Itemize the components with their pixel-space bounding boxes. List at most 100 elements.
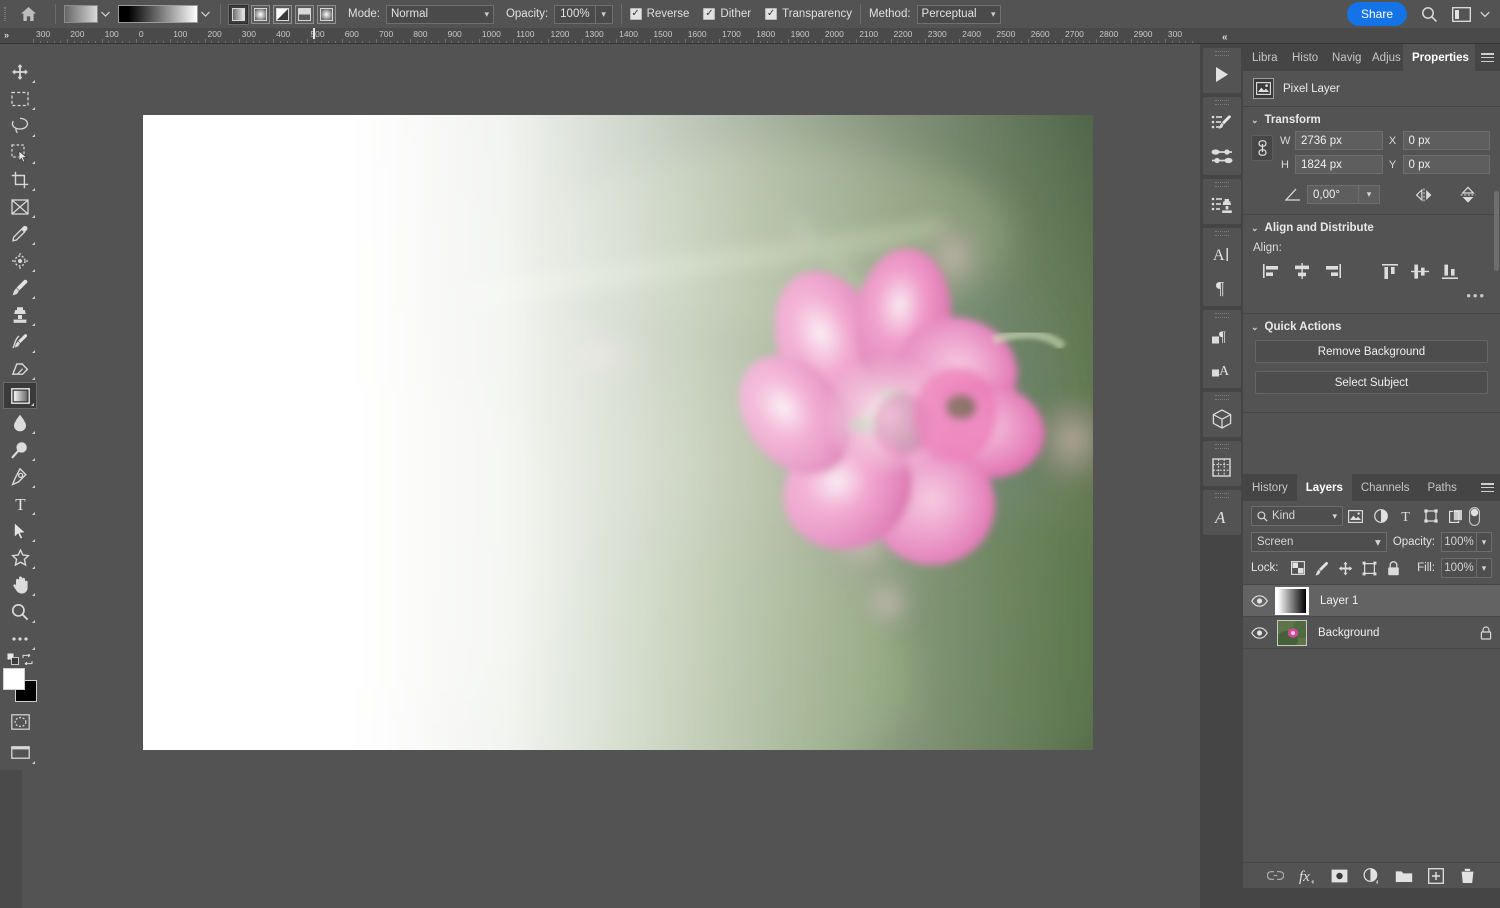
table-row[interactable]: Background [1243,617,1500,649]
layer-opacity-chevron-down-icon[interactable]: ▾ [1477,532,1492,552]
search-icon[interactable] [1421,6,1438,23]
layer-visibility-toggle[interactable] [1243,595,1275,607]
brush-presets-icon[interactable] [1204,140,1240,173]
patterns-panel-icon[interactable] [1204,451,1240,484]
custom-shape-tool[interactable] [3,544,37,571]
lock-all-icon[interactable] [1382,558,1406,578]
method-select[interactable]: Perceptual ▾ [917,5,1001,24]
collapse-panels-icon[interactable]: « [1222,32,1228,43]
paragraph-styles-icon[interactable]: ¶ [1204,320,1240,353]
character-styles-icon[interactable]: A [1204,353,1240,386]
y-input[interactable]: 0 px [1403,155,1491,174]
clone-stamp-tool[interactable] [3,301,37,328]
add-layer-mask-icon[interactable] [1330,866,1349,885]
align-section-header[interactable]: ⌄ Align and Distribute [1243,215,1500,239]
hand-tool[interactable] [3,571,37,598]
linear-gradient-button[interactable] [229,5,248,24]
gradient-editor-chevron-down-icon[interactable] [198,5,212,23]
align-top-edges-icon[interactable] [1375,260,1405,282]
new-group-icon[interactable] [1394,866,1413,885]
paragraph-panel-icon[interactable]: ¶ [1204,271,1240,304]
rail-grip[interactable] [1215,313,1229,318]
rail-grip[interactable] [1215,231,1229,236]
angle-gradient-button[interactable] [273,5,292,24]
properties-panel-menu-icon[interactable] [1475,44,1500,71]
align-bottom-edges-icon[interactable] [1435,260,1465,282]
link-layers-icon[interactable] [1266,866,1285,885]
quick-mask-icon[interactable] [3,708,37,735]
blur-tool[interactable] [3,409,37,436]
opacity-chevron-down-icon[interactable]: ▾ [596,5,613,24]
transparency-checkbox[interactable]: ✓ Transparency [765,8,852,20]
transform-section-header[interactable]: ⌄ Transform [1243,107,1500,131]
layer-opacity-value[interactable]: 100% [1441,532,1477,552]
frame-tool[interactable] [3,193,37,220]
history-brush-tool[interactable] [3,328,37,355]
filter-type-layers-icon[interactable]: T [1393,506,1418,526]
actions-play-icon[interactable] [1204,58,1240,91]
rail-grip[interactable] [1215,182,1229,187]
filter-pixel-layers-icon[interactable] [1343,506,1368,526]
gradient-tool[interactable] [3,382,37,409]
rail-grip[interactable] [1215,444,1229,449]
tab-paths[interactable]: Paths [1418,474,1465,501]
document-canvas[interactable] [143,115,1093,750]
brush-settings-icon[interactable] [1204,107,1240,140]
dither-checkbox[interactable]: ✓ Dither [703,8,751,20]
expand-panels-left-icon[interactable]: » [4,30,9,40]
tab-libraries[interactable]: Libra [1243,44,1283,71]
new-layer-icon[interactable] [1426,866,1445,885]
zoom-tool[interactable] [3,598,37,625]
horizontal-ruler[interactable]: » 30020010001002003004005006007008009001… [0,28,1500,44]
rail-grip[interactable] [1215,51,1229,56]
rail-grip[interactable] [1215,100,1229,105]
layer-name[interactable]: Background [1318,627,1379,639]
character-panel-icon[interactable]: A [1204,238,1240,271]
options-bar-grip[interactable] [0,0,9,28]
rectangular-marquee-tool[interactable] [3,85,37,112]
foreground-color-swatch[interactable] [3,668,25,690]
flip-horizontal-icon[interactable] [1414,188,1434,202]
align-left-edges-icon[interactable] [1257,260,1287,282]
dodge-tool[interactable] [3,436,37,463]
rail-grip[interactable] [1215,395,1229,400]
edit-toolbar-tool[interactable] [3,625,37,652]
path-selection-tool[interactable] [3,517,37,544]
layers-panel-menu-icon[interactable] [1474,474,1500,501]
opacity-input[interactable]: 100% [554,5,595,24]
tab-histogram[interactable]: Histo [1283,44,1323,71]
fill-value[interactable]: 100% [1441,558,1477,578]
lock-image-pixels-icon[interactable] [1310,558,1334,578]
canvas-area[interactable] [40,44,1200,908]
share-button[interactable]: Share [1347,2,1407,26]
diamond-gradient-button[interactable] [317,5,336,24]
rail-grip[interactable] [1215,493,1229,498]
align-more-options-icon[interactable]: ••• [1243,286,1500,313]
link-aspect-ratio-icon[interactable] [1251,135,1273,161]
angle-input[interactable]: 0,00° [1307,185,1359,204]
tab-channels[interactable]: Channels [1352,474,1419,501]
reverse-checkbox[interactable]: ✓ Reverse [630,8,690,20]
filter-kind-select[interactable]: Kind ▾ [1251,506,1343,526]
radial-gradient-button[interactable] [251,5,270,24]
reflected-gradient-button[interactable] [295,5,314,24]
type-tool[interactable]: T [3,490,37,517]
fill-input-group[interactable]: 100% ▾ [1441,558,1492,578]
remove-background-button[interactable]: Remove Background [1255,340,1488,363]
workspace-chevron-down-icon[interactable] [1480,11,1500,18]
brush-tool[interactable] [3,274,37,301]
glyphs-panel-icon[interactable]: A [1204,500,1240,533]
lock-position-icon[interactable] [1334,558,1358,578]
fill-chevron-down-icon[interactable]: ▾ [1477,558,1492,578]
layer-blend-mode-select[interactable]: Screen ▾ [1251,532,1387,552]
gradient-preset-swatch[interactable] [64,5,98,23]
layer-thumbnail[interactable] [1277,620,1307,646]
tab-adjustments[interactable]: Adjus [1363,44,1403,71]
angle-chevron-down-icon[interactable]: ▾ [1359,185,1380,204]
properties-scrollbar[interactable] [1494,191,1499,271]
layer-styles-fx-icon[interactable]: fx [1298,866,1317,885]
new-adjustment-layer-icon[interactable] [1362,866,1381,885]
eyedropper-tool[interactable] [3,220,37,247]
3d-panel-icon[interactable] [1204,402,1240,435]
lasso-tool[interactable] [3,112,37,139]
